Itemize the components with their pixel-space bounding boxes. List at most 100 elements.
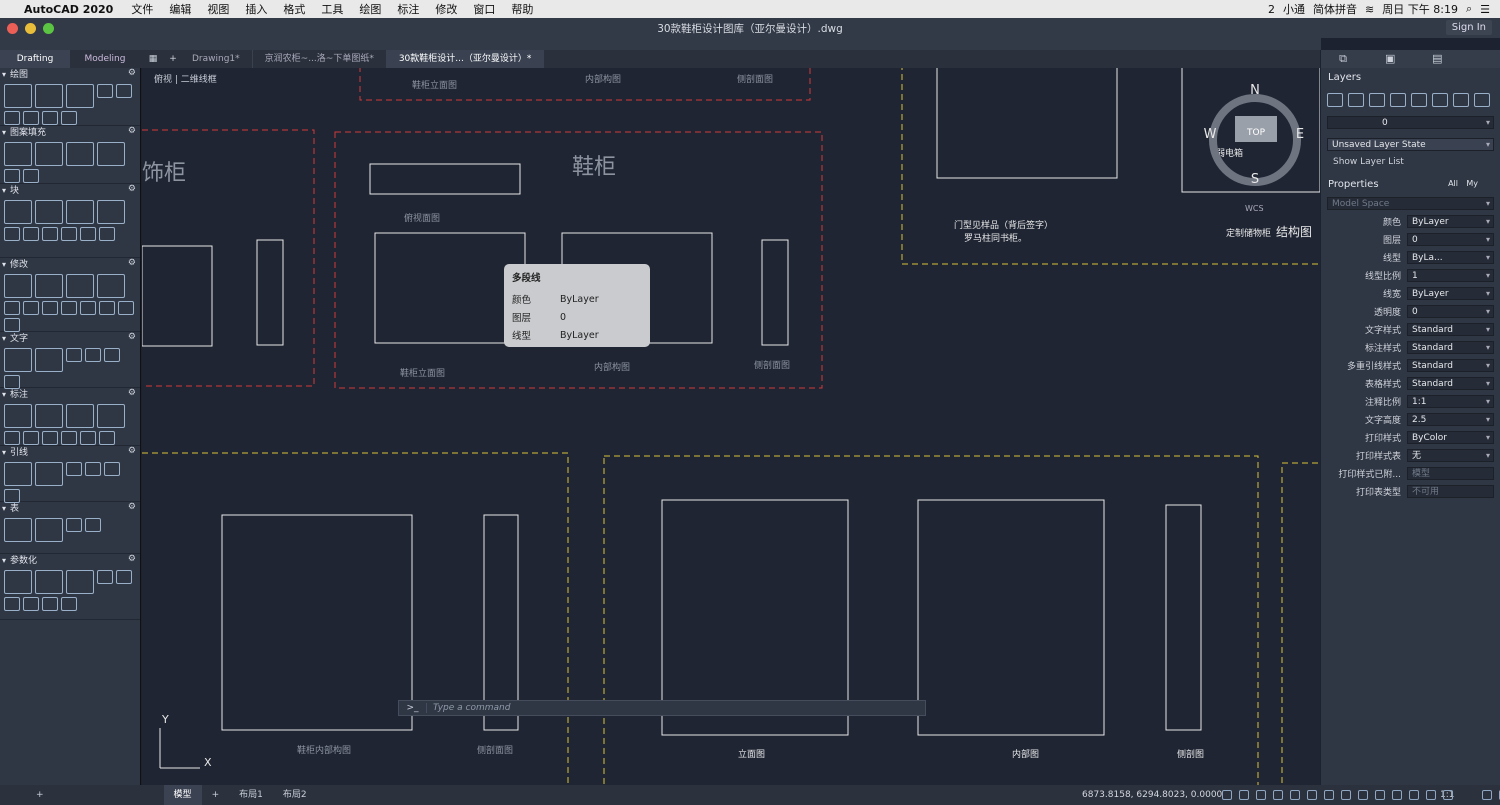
tool-icon[interactable]: [66, 462, 82, 476]
tab-drafting[interactable]: Drafting: [0, 50, 70, 68]
wcs-label[interactable]: WCS: [1245, 204, 1264, 213]
layer-tool-icon[interactable]: [1327, 93, 1343, 107]
status-toggle-icon[interactable]: [1239, 790, 1249, 800]
menu-modify[interactable]: 修改: [427, 1, 465, 17]
current-layer-dropdown[interactable]: 0: [1327, 115, 1494, 129]
search-icon[interactable]: ⌕: [1466, 2, 1472, 16]
tool-icon[interactable]: [4, 597, 20, 611]
tool-icon[interactable]: [4, 84, 32, 108]
command-prompt-icon[interactable]: >_: [399, 703, 427, 713]
tool-icon[interactable]: [97, 84, 113, 98]
tool-section-header[interactable]: 绘图: [0, 68, 140, 82]
tool-icon[interactable]: [97, 274, 125, 298]
layer-tool-icon[interactable]: [1390, 93, 1406, 107]
gear-icon[interactable]: ⚙: [128, 554, 136, 564]
blocks-tab-icon[interactable]: ▣: [1368, 50, 1412, 68]
add-tab-icon[interactable]: +: [166, 54, 180, 64]
tab-layout2[interactable]: 布局2: [273, 785, 317, 805]
gear-icon[interactable]: ⚙: [128, 502, 136, 512]
tool-icon[interactable]: [4, 375, 20, 389]
layer-tool-icon[interactable]: [1411, 93, 1427, 107]
gear-icon[interactable]: ⚙: [128, 446, 136, 456]
tool-icon[interactable]: [35, 518, 63, 542]
tool-icon[interactable]: [42, 431, 58, 445]
tab-model[interactable]: 模型: [163, 785, 202, 805]
status-toggle-icon[interactable]: [1392, 790, 1402, 800]
tool-section-header[interactable]: 块: [0, 184, 140, 198]
tool-icon[interactable]: [42, 597, 58, 611]
status-toggle-icon[interactable]: [1375, 790, 1385, 800]
tool-icon[interactable]: [97, 404, 125, 428]
add-layout-icon[interactable]: +: [202, 785, 230, 805]
layer-tool-icon[interactable]: [1348, 93, 1364, 107]
property-value[interactable]: ByColor: [1407, 430, 1494, 444]
property-value[interactable]: Standard: [1407, 358, 1494, 372]
tool-icon[interactable]: [35, 570, 63, 594]
coordinates-readout[interactable]: 6873.8158, 6294.8023, 0.0000: [1082, 785, 1222, 805]
input-method[interactable]: 简体拼音: [1313, 1, 1357, 17]
tool-icon[interactable]: [23, 301, 39, 315]
tool-icon[interactable]: [66, 570, 94, 594]
property-value[interactable]: Standard: [1407, 340, 1494, 354]
status-toggle-icon[interactable]: [1290, 790, 1300, 800]
tab-modeling[interactable]: Modeling: [70, 50, 140, 68]
menu-tools[interactable]: 工具: [313, 1, 351, 17]
tool-icon[interactable]: [42, 111, 58, 125]
tool-icon[interactable]: [118, 301, 134, 315]
menu-file[interactable]: 文件: [123, 1, 161, 17]
status-toggle-icon[interactable]: [1256, 790, 1266, 800]
tool-section-header[interactable]: 图案填充: [0, 126, 140, 140]
tool-icon[interactable]: [66, 348, 82, 362]
tool-icon[interactable]: [99, 227, 115, 241]
show-layer-list[interactable]: Show Layer List: [1321, 153, 1500, 171]
gear-icon[interactable]: ⚙: [128, 388, 136, 398]
drawing-canvas[interactable]: 鞋柜立面图 内部构图 侧剖面图 饰柜 鞋柜 俯视面图 鞋柜立面图 内部构图 侧剖…: [142, 68, 1320, 785]
menu-dimension[interactable]: 标注: [389, 1, 427, 17]
status-toggle-icon[interactable]: [1222, 790, 1232, 800]
tool-icon[interactable]: [4, 200, 32, 224]
tool-icon[interactable]: [4, 431, 20, 445]
tool-icon[interactable]: [61, 431, 77, 445]
layer-tool-icon[interactable]: [1453, 93, 1469, 107]
tool-icon[interactable]: [104, 348, 120, 362]
layer-tool-icon[interactable]: [1474, 93, 1490, 107]
tool-icon[interactable]: [61, 111, 77, 125]
status-toggle-icon[interactable]: [1443, 790, 1453, 800]
tool-icon[interactable]: [4, 142, 32, 166]
property-value[interactable]: 1:1: [1407, 394, 1494, 408]
tool-icon[interactable]: [80, 431, 96, 445]
tool-icon[interactable]: [35, 142, 63, 166]
status-toggle-icon[interactable]: [1358, 790, 1368, 800]
notification-badge[interactable]: 2: [1268, 3, 1275, 16]
tool-icon[interactable]: [61, 597, 77, 611]
tool-icon[interactable]: [66, 84, 94, 108]
tool-icon[interactable]: [4, 301, 20, 315]
menu-help[interactable]: 帮助: [503, 1, 541, 17]
tool-icon[interactable]: [97, 570, 113, 584]
property-value[interactable]: Standard: [1407, 376, 1494, 390]
viewport-label[interactable]: 俯视 | 二维线框: [154, 72, 217, 85]
property-value[interactable]: 1: [1407, 268, 1494, 282]
tool-icon[interactable]: [35, 84, 63, 108]
tool-icon[interactable]: [4, 227, 20, 241]
property-value[interactable]: 2.5: [1407, 412, 1494, 426]
menu-format[interactable]: 格式: [275, 1, 313, 17]
filter-all[interactable]: All: [1448, 179, 1458, 188]
tool-icon[interactable]: [35, 348, 63, 372]
tool-icon[interactable]: [4, 462, 32, 486]
clock[interactable]: 周日 下午 8:19: [1382, 1, 1458, 17]
tool-icon[interactable]: [23, 169, 39, 183]
app-menu[interactable]: AutoCAD 2020: [16, 3, 123, 16]
user-menu[interactable]: 小通: [1283, 1, 1305, 17]
tool-section-header[interactable]: 修改: [0, 258, 140, 272]
filter-my[interactable]: My: [1466, 179, 1478, 188]
tool-section-header[interactable]: 标注: [0, 388, 140, 402]
tool-icon[interactable]: [35, 462, 63, 486]
tool-icon[interactable]: [66, 518, 82, 532]
property-value[interactable]: ByLayer: [1407, 286, 1494, 300]
grid-icon[interactable]: ▦: [140, 54, 166, 64]
tool-section-header[interactable]: 文字: [0, 332, 140, 346]
property-value[interactable]: ByLayer: [1407, 214, 1494, 228]
tool-section-header[interactable]: 引线: [0, 446, 140, 460]
gear-icon[interactable]: ⚙: [128, 258, 136, 268]
